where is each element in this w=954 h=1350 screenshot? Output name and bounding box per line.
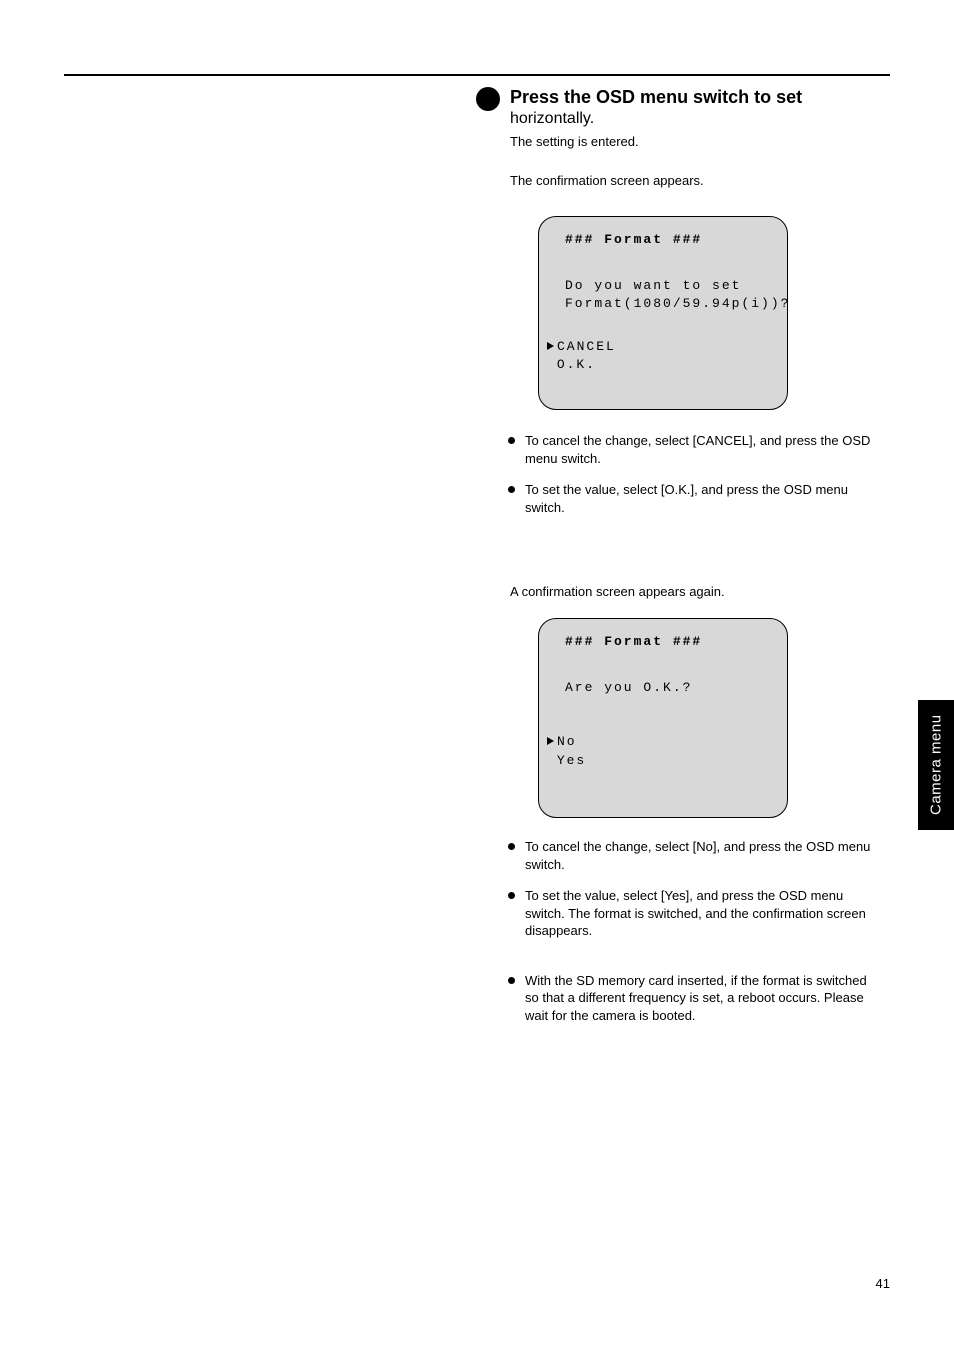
page-number: 41 <box>0 1276 890 1291</box>
lcd1-option-cancel: CANCEL <box>547 338 743 356</box>
lcd-screen-format-2: ### Format ### Are you O.K.? No Yes <box>538 618 788 818</box>
lcd2-opt1-label: No <box>557 734 577 749</box>
step-number-3 <box>476 87 500 111</box>
bullet-group-2: To cancel the change, select [No], and p… <box>508 838 878 1038</box>
bullet-icon <box>508 892 515 899</box>
bullet-icon <box>508 486 515 493</box>
horizontal-rule <box>64 74 890 76</box>
lcd-screen-format-1: ### Format ### Do you want to set Format… <box>538 216 788 410</box>
cursor-icon <box>547 342 554 350</box>
lcd1-opt2-label: O.K. <box>557 357 596 372</box>
bullet2-item3: With the SD memory card inserted, if the… <box>525 972 878 1025</box>
bullet-icon <box>508 437 515 444</box>
lcd1-opt1-label: CANCEL <box>557 339 616 354</box>
bullet2-item2: To set the value, select [Yes], and pres… <box>525 887 878 940</box>
bullet-icon <box>508 977 515 984</box>
step-3-line-1: Press the OSD menu switch to set <box>510 87 802 108</box>
step-3-line-2: horizontally. <box>510 110 802 128</box>
lcd2-option-yes: Yes <box>547 752 743 770</box>
lcd2-option-no: No <box>547 733 743 751</box>
lcd2-title: ### Format ### <box>565 633 761 651</box>
confirmation-text-2: A confirmation screen appears again. <box>510 584 725 599</box>
cursor-icon <box>547 737 554 745</box>
bullet-icon <box>508 843 515 850</box>
step-3-line-3: The setting is entered. <box>510 134 802 149</box>
confirmation-text-1: The confirmation screen appears. <box>510 172 704 190</box>
bullet-group-1: To cancel the change, select [CANCEL], a… <box>508 432 878 530</box>
step-3: Press the OSD menu switch to set horizon… <box>476 87 802 149</box>
bullet2-item1: To cancel the change, select [No], and p… <box>525 838 878 873</box>
bullet1-item2: To set the value, select [O.K.], and pre… <box>525 481 878 516</box>
lcd1-option-ok: O.K. <box>547 356 743 374</box>
bullet1-item1: To cancel the change, select [CANCEL], a… <box>525 432 878 467</box>
lcd2-opt2-label: Yes <box>557 753 586 768</box>
lcd1-body-1: Do you want to set <box>565 277 761 295</box>
lcd1-title: ### Format ### <box>565 231 761 249</box>
lcd1-body-2: Format(1080/59.94p(i))? <box>565 295 761 313</box>
lcd2-body-1: Are you O.K.? <box>565 679 761 697</box>
side-tab-camera-menu: Camera menu <box>918 700 954 830</box>
